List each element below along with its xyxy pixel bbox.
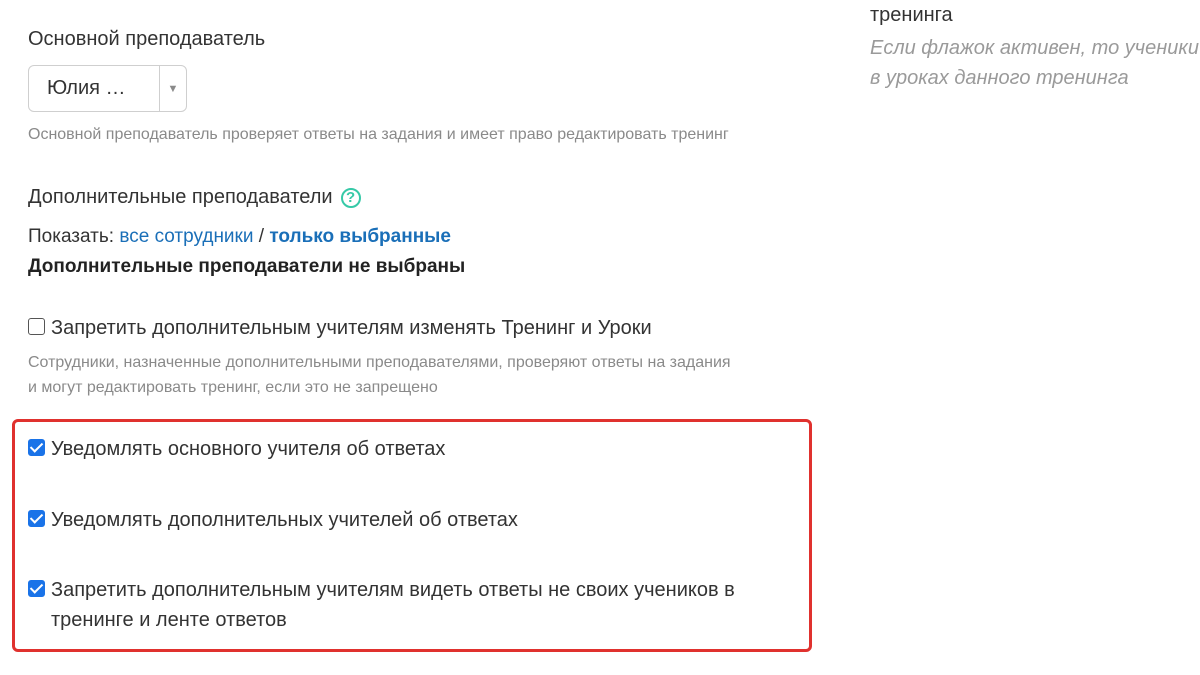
right-field-hint-line1: Если флажок активен, то ученики [870, 37, 1199, 59]
show-selected-only-link[interactable]: только выбранные [269, 226, 451, 247]
additional-teachers-label: Дополнительные преподаватели [28, 186, 333, 208]
forbid-edit-hint-line1: Сотрудники, назначенные дополнительными … [28, 354, 731, 371]
additional-teachers-label-row: Дополнительные преподаватели ? [28, 186, 361, 209]
forbid-view-others-label[interactable]: Запретить дополнительным учителям видеть… [51, 575, 798, 635]
main-teacher-hint: Основной преподаватель проверяет ответы … [28, 126, 729, 143]
forbid-view-others-checkbox[interactable] [28, 580, 45, 597]
forbid-edit-option[interactable]: Запретить дополнительным учителям изменя… [28, 313, 652, 343]
question-circle-icon[interactable]: ? [340, 187, 361, 208]
right-field-hint: Если флажок активен, то ученики в уроках… [870, 33, 1200, 93]
notify-main-teacher-option[interactable]: Уведомлять основного учителя об ответах [28, 434, 445, 464]
notify-additional-teachers-option[interactable]: Уведомлять дополнительных учителей об от… [28, 505, 518, 535]
right-field-hint-line2: в уроках данного тренинга [870, 67, 1129, 89]
show-filter: Показать: все сотрудники / только выбран… [28, 226, 451, 248]
main-teacher-select[interactable]: Юлия … ▼ [28, 65, 187, 112]
right-field-title: тренинга [870, 4, 953, 26]
show-filter-separator: / [258, 226, 265, 247]
notify-additional-teachers-label[interactable]: Уведомлять дополнительных учителей об от… [51, 505, 518, 535]
main-teacher-select-value: Юлия … [47, 77, 126, 99]
forbid-edit-checkbox[interactable] [28, 318, 45, 335]
triangle-down-icon[interactable]: ▼ [159, 66, 186, 111]
forbid-edit-hint: Сотрудники, назначенные дополнительными … [28, 350, 828, 400]
main-teacher-label: Основной преподаватель [28, 28, 266, 50]
notify-main-teacher-checkbox[interactable] [28, 439, 45, 456]
no-additional-teachers-text: Дополнительные преподаватели не выбраны [28, 256, 466, 277]
show-all-employees-link[interactable]: все сотрудники [119, 226, 253, 247]
notify-additional-teachers-checkbox[interactable] [28, 510, 45, 527]
forbid-edit-hint-line2: и могут редактировать тренинг, если это … [28, 379, 438, 396]
forbid-edit-label[interactable]: Запретить дополнительным учителям изменя… [51, 313, 652, 343]
forbid-view-others-option[interactable]: Запретить дополнительным учителям видеть… [28, 575, 798, 635]
notify-main-teacher-label[interactable]: Уведомлять основного учителя об ответах [51, 434, 445, 464]
show-filter-prefix: Показать: [28, 226, 115, 247]
